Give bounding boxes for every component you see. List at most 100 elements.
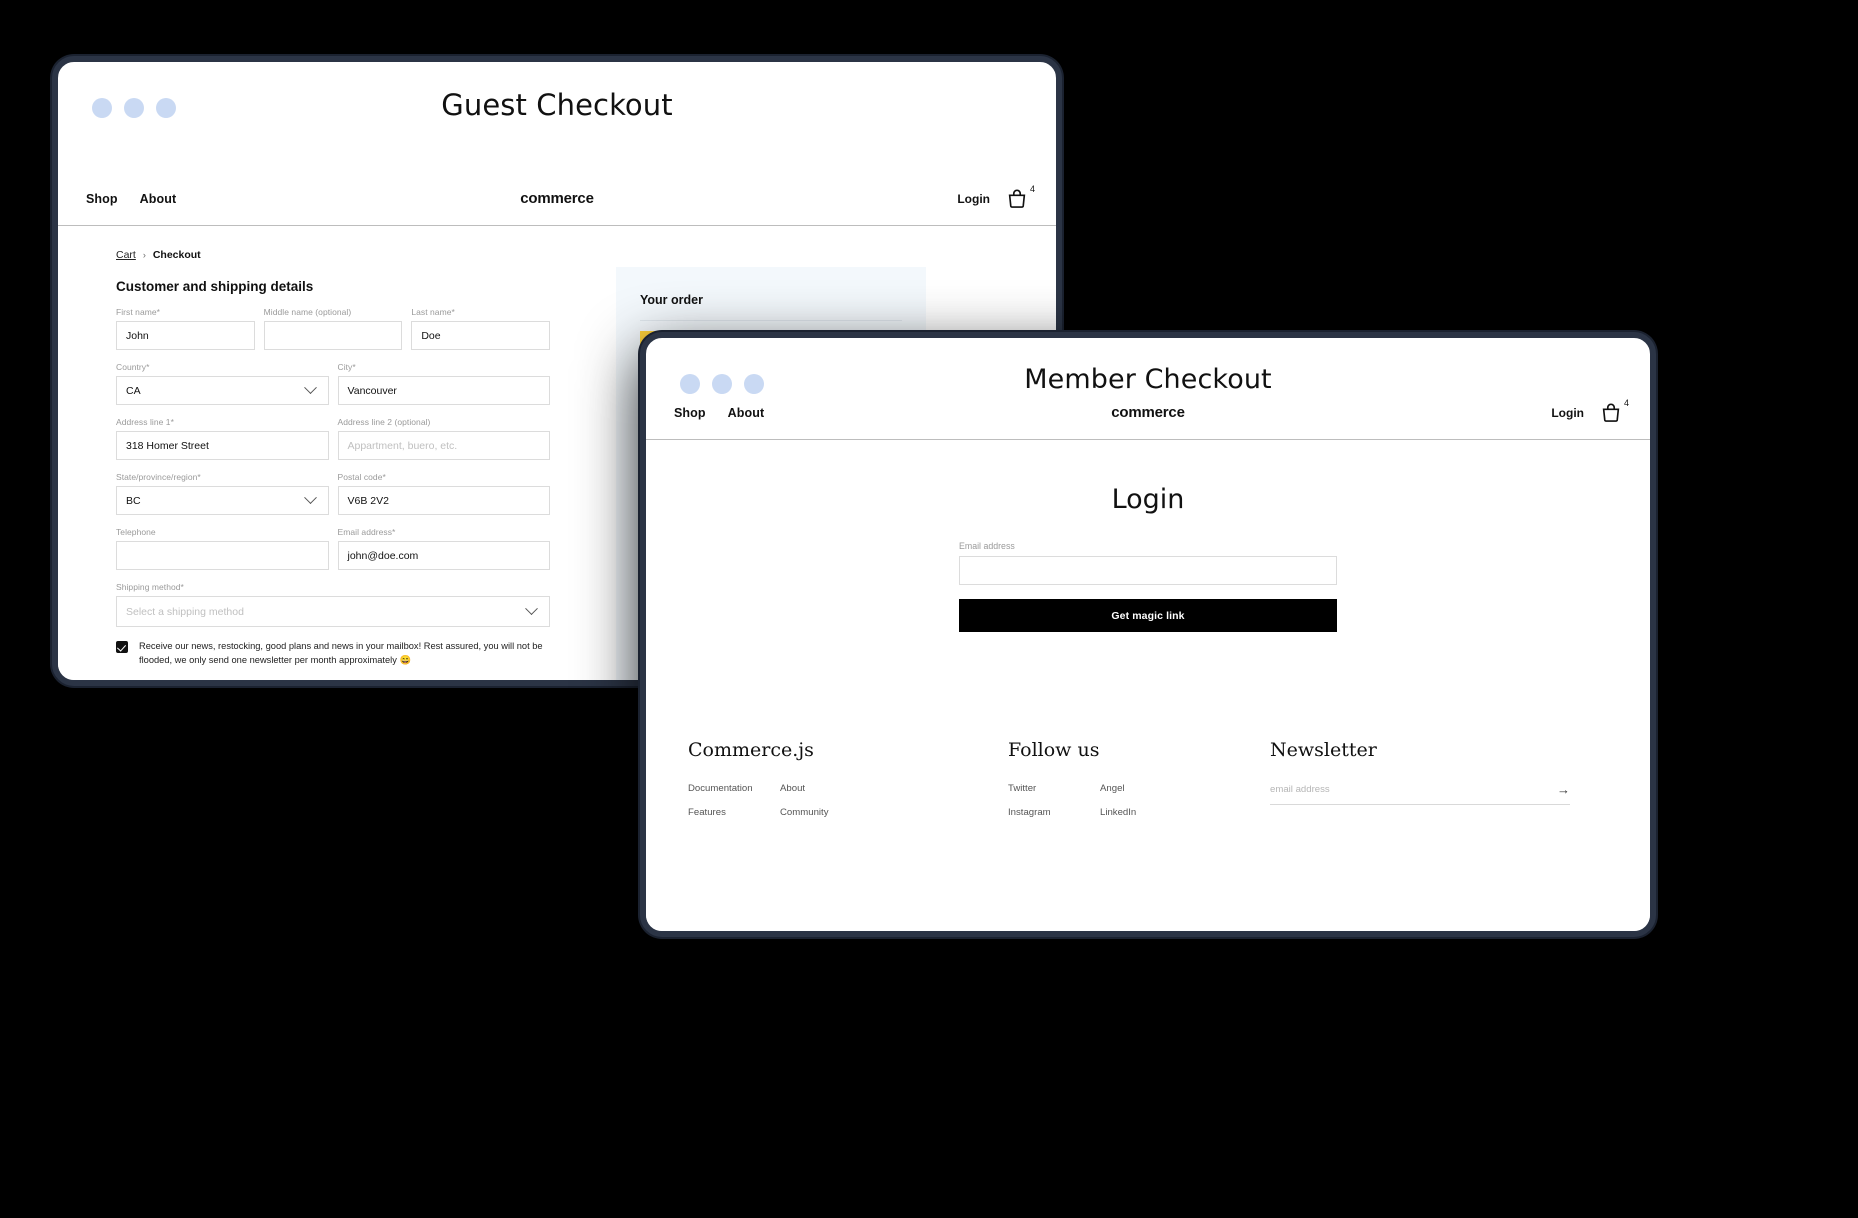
cart-button[interactable]: 4: [1600, 398, 1629, 424]
window-dot-minimize[interactable]: [124, 98, 144, 118]
country-label: Country*: [116, 362, 150, 372]
shipping-method-placeholder: Select a shipping method: [126, 605, 244, 618]
get-magic-link-button[interactable]: Get magic link: [959, 599, 1337, 632]
footer-links-group-b: About Community: [780, 783, 829, 818]
nav-links: Shop About: [674, 406, 764, 420]
footer-link-linkedin[interactable]: LinkedIn: [1100, 807, 1136, 818]
arrow-right-icon[interactable]: →: [1557, 783, 1570, 796]
field-email: Email address* john@doe.com: [337, 527, 550, 570]
city-input[interactable]: Vancouver: [337, 376, 550, 405]
login-link[interactable]: Login: [957, 192, 990, 206]
nav-link-shop[interactable]: Shop: [86, 192, 118, 206]
state-select[interactable]: BC: [116, 486, 329, 515]
cart-button[interactable]: 4: [1006, 184, 1035, 210]
cart-icon: [1008, 189, 1026, 208]
login-email-input[interactable]: [959, 556, 1337, 585]
telephone-label: Telephone: [116, 527, 156, 537]
login-link[interactable]: Login: [1551, 406, 1584, 420]
country-select[interactable]: CA: [116, 376, 329, 405]
guest-window-title: Guest Checkout: [441, 88, 673, 122]
chevron-down-icon: [525, 602, 538, 616]
nav-links: Shop About: [86, 192, 176, 206]
nav-link-about[interactable]: About: [728, 406, 765, 420]
postal-input[interactable]: V6B 2V2: [337, 486, 550, 515]
last-name-input[interactable]: Doe: [411, 321, 551, 350]
footer-column-newsletter: Newsletter email address →: [1270, 739, 1570, 931]
shipping-details-form: First name* John Middle name (optional) …: [116, 307, 551, 686]
chevron-down-icon: [303, 381, 317, 395]
address2-input[interactable]: Appartment, buero, etc.: [337, 431, 550, 460]
window-dot-close[interactable]: [92, 98, 112, 118]
footer-link-twitter[interactable]: Twitter: [1008, 783, 1100, 794]
telephone-input[interactable]: [116, 541, 329, 570]
member-checkout-body: Login Email address Get magic link Comme…: [646, 440, 1650, 931]
nav-actions: Login 4: [957, 184, 1035, 210]
first-name-input[interactable]: John: [116, 321, 255, 350]
guest-site-nav: Shop About commerce Login 4: [58, 172, 1056, 226]
email-input[interactable]: john@doe.com: [337, 541, 550, 570]
site-footer: Commerce.js Documentation Features About…: [646, 701, 1650, 931]
email-label: Email address*: [337, 527, 396, 537]
country-selected-value: CA: [126, 384, 141, 397]
window-dot-maximize[interactable]: [156, 98, 176, 118]
city-label: City*: [337, 362, 356, 372]
cart-count-badge: 4: [1029, 183, 1035, 194]
middle-name-label: Middle name (optional): [263, 307, 352, 317]
field-shipping-method: Shipping method* Select a shipping metho…: [116, 582, 550, 627]
field-last-name: Last name* Doe: [411, 307, 551, 350]
footer-link-angel[interactable]: Angel: [1100, 783, 1136, 794]
breadcrumb: Cart › Checkout: [116, 249, 201, 261]
footer-link-about[interactable]: About: [780, 783, 829, 794]
footer-heading-newsletter: Newsletter: [1270, 739, 1377, 761]
nav-link-shop[interactable]: Shop: [674, 406, 706, 420]
footer-links-commerce: Documentation Features About Community: [688, 783, 1008, 818]
field-middle-name: Middle name (optional): [263, 307, 403, 350]
footer-link-documentation[interactable]: Documentation: [688, 783, 780, 794]
newsletter-opt-in: Receive our news, restocking, good plans…: [116, 639, 550, 668]
form-row-country-city: Country* CA City* Vancouver: [116, 362, 550, 405]
footer-heading-follow: Follow us: [1008, 739, 1100, 761]
login-form: Email address Get magic link: [959, 541, 1337, 632]
state-label: State/province/region*: [116, 472, 201, 482]
footer-links-group-a: Documentation Features: [688, 783, 780, 818]
first-name-label: First name*: [116, 307, 161, 317]
window-controls: [92, 98, 176, 118]
login-heading: Login: [1111, 484, 1185, 515]
footer-links-follow: Twitter Instagram Angel LinkedIn: [1008, 783, 1270, 818]
page-title: Customer and shipping details: [116, 279, 314, 294]
field-address-line-1: Address line 1* 318 Homer Street: [116, 417, 329, 460]
field-telephone: Telephone: [116, 527, 329, 570]
footer-links-group-a: Twitter Instagram: [1008, 783, 1100, 818]
footer-heading-commerce: Commerce.js: [688, 739, 814, 761]
brand-logo: commerce: [520, 190, 594, 207]
middle-name-input[interactable]: [263, 321, 403, 350]
breadcrumb-checkout: Checkout: [152, 249, 201, 261]
form-row-shipping-method: Shipping method* Select a shipping metho…: [116, 582, 550, 627]
footer-link-instagram[interactable]: Instagram: [1008, 807, 1100, 818]
shipping-method-select[interactable]: Select a shipping method: [116, 596, 550, 627]
footer-link-features[interactable]: Features: [688, 807, 780, 818]
footer-column-follow: Follow us Twitter Instagram Angel Linked…: [1008, 739, 1270, 931]
shipping-method-label: Shipping method*: [116, 582, 184, 592]
newsletter-signup: email address →: [1270, 783, 1570, 805]
brand-logo: commerce: [1111, 404, 1185, 421]
footer-link-community[interactable]: Community: [780, 807, 829, 818]
newsletter-email-input[interactable]: email address: [1270, 784, 1330, 795]
nav-link-about[interactable]: About: [140, 192, 177, 206]
last-name-label: Last name*: [411, 307, 455, 317]
field-postal-code: Postal code* V6B 2V2: [337, 472, 550, 515]
nav-actions: Login 4: [1551, 398, 1629, 424]
newsletter-checkbox[interactable]: [116, 641, 128, 653]
field-address-line-2: Address line 2 (optional) Appartment, bu…: [337, 417, 550, 460]
breadcrumb-separator: ›: [142, 250, 146, 260]
field-first-name: First name* John: [116, 307, 255, 350]
breadcrumb-cart[interactable]: Cart: [116, 249, 136, 261]
member-checkout-window: Member Checkout Shop About commerce Logi…: [640, 332, 1656, 937]
address1-input[interactable]: 318 Homer Street: [116, 431, 329, 460]
field-city: City* Vancouver: [337, 362, 550, 405]
order-notes-label: Order notes (optional): [116, 684, 550, 686]
form-row-state-postal: State/province/region* BC Postal code* V…: [116, 472, 550, 515]
footer-column-commerce: Commerce.js Documentation Features About…: [688, 739, 1008, 931]
footer-links-group-b: Angel LinkedIn: [1100, 783, 1136, 818]
newsletter-checkbox-label: Receive our news, restocking, good plans…: [139, 641, 543, 666]
